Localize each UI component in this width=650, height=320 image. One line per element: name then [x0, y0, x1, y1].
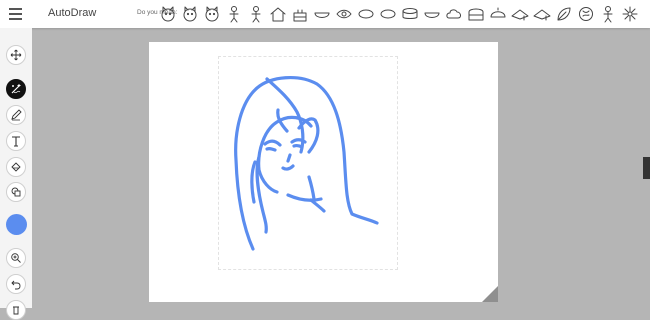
fill-tool-button[interactable]: [6, 157, 26, 177]
paint-bucket-icon: [11, 162, 21, 172]
drum-icon: [402, 8, 418, 19]
app-title: AutoDraw: [48, 7, 97, 19]
hamburger-menu-icon[interactable]: [9, 8, 22, 20]
cake-icon: [293, 9, 307, 22]
suggestion-item[interactable]: [224, 4, 244, 24]
top-bar: AutoDraw Do you mean:: [0, 0, 650, 28]
suggestion-item[interactable]: [598, 4, 618, 24]
figure-icon: [603, 6, 613, 23]
suggestion-item[interactable]: [312, 4, 332, 24]
suggestion-item[interactable]: [290, 4, 310, 24]
figure-icon: [251, 6, 261, 23]
bowl-icon: [314, 12, 330, 18]
building-icon: [468, 8, 484, 21]
bowl-icon: [424, 12, 440, 18]
suggestion-item[interactable]: [510, 4, 530, 24]
house-icon: [270, 7, 286, 22]
sketch-strokes: [234, 76, 379, 251]
suggestion-item[interactable]: [620, 4, 640, 24]
user-sketch: [234, 76, 498, 302]
delete-button[interactable]: [6, 300, 26, 320]
ellipse-icon: [380, 9, 396, 19]
zoom-tool-button[interactable]: [6, 248, 26, 268]
ellipse-icon: [358, 9, 374, 19]
draw-tool-button[interactable]: [6, 105, 26, 125]
flower-icon: [622, 6, 638, 22]
cat-face-icon: [205, 6, 219, 22]
suggestion-item[interactable]: [378, 4, 398, 24]
suggestion-item[interactable]: [400, 4, 420, 24]
suggestion-item[interactable]: [202, 4, 222, 24]
suggestion-item[interactable]: [356, 4, 376, 24]
figure-icon: [229, 6, 239, 23]
cap-icon: [490, 7, 506, 18]
move-arrows-icon: [10, 49, 22, 61]
type-tool-button[interactable]: [6, 131, 26, 151]
suggestion-item[interactable]: [466, 4, 486, 24]
suggestion-item[interactable]: [576, 4, 596, 24]
vertical-scrollbar-thumb[interactable]: [643, 157, 650, 179]
page-resize-corner[interactable]: [482, 286, 498, 302]
pencil-icon: [11, 109, 22, 121]
shapes-icon: [11, 187, 21, 197]
suggestion-item[interactable]: [158, 4, 178, 24]
suggestion-item[interactable]: [532, 4, 552, 24]
trash-icon: [13, 306, 19, 315]
undo-icon: [11, 280, 21, 290]
leaf-icon: [557, 7, 571, 21]
color-picker-swatch[interactable]: [6, 214, 27, 235]
left-toolbar: [0, 28, 32, 320]
autodraw-tool-button[interactable]: [6, 79, 26, 99]
suggestion-item[interactable]: [554, 4, 574, 24]
suggestion-item[interactable]: [488, 4, 508, 24]
eye-icon: [336, 9, 352, 19]
shape-tool-button[interactable]: [6, 182, 26, 202]
autodraw-sparkle-icon: [11, 84, 21, 94]
cloud-icon: [446, 9, 461, 19]
brain-icon: [579, 7, 593, 21]
suggestion-item[interactable]: [444, 4, 464, 24]
suggestion-item[interactable]: [246, 4, 266, 24]
cat-face-icon: [183, 6, 197, 22]
hat-icon: [533, 9, 551, 21]
suggestion-item[interactable]: [180, 4, 200, 24]
hat-icon: [511, 9, 529, 21]
suggestion-item[interactable]: [268, 4, 288, 24]
cat-face-icon: [161, 6, 175, 22]
undo-button[interactable]: [6, 274, 26, 294]
text-icon: [12, 136, 20, 147]
suggestion-item[interactable]: [422, 4, 442, 24]
move-tool-button[interactable]: [6, 45, 26, 65]
suggestion-item[interactable]: [334, 4, 354, 24]
zoom-in-icon: [11, 253, 21, 263]
